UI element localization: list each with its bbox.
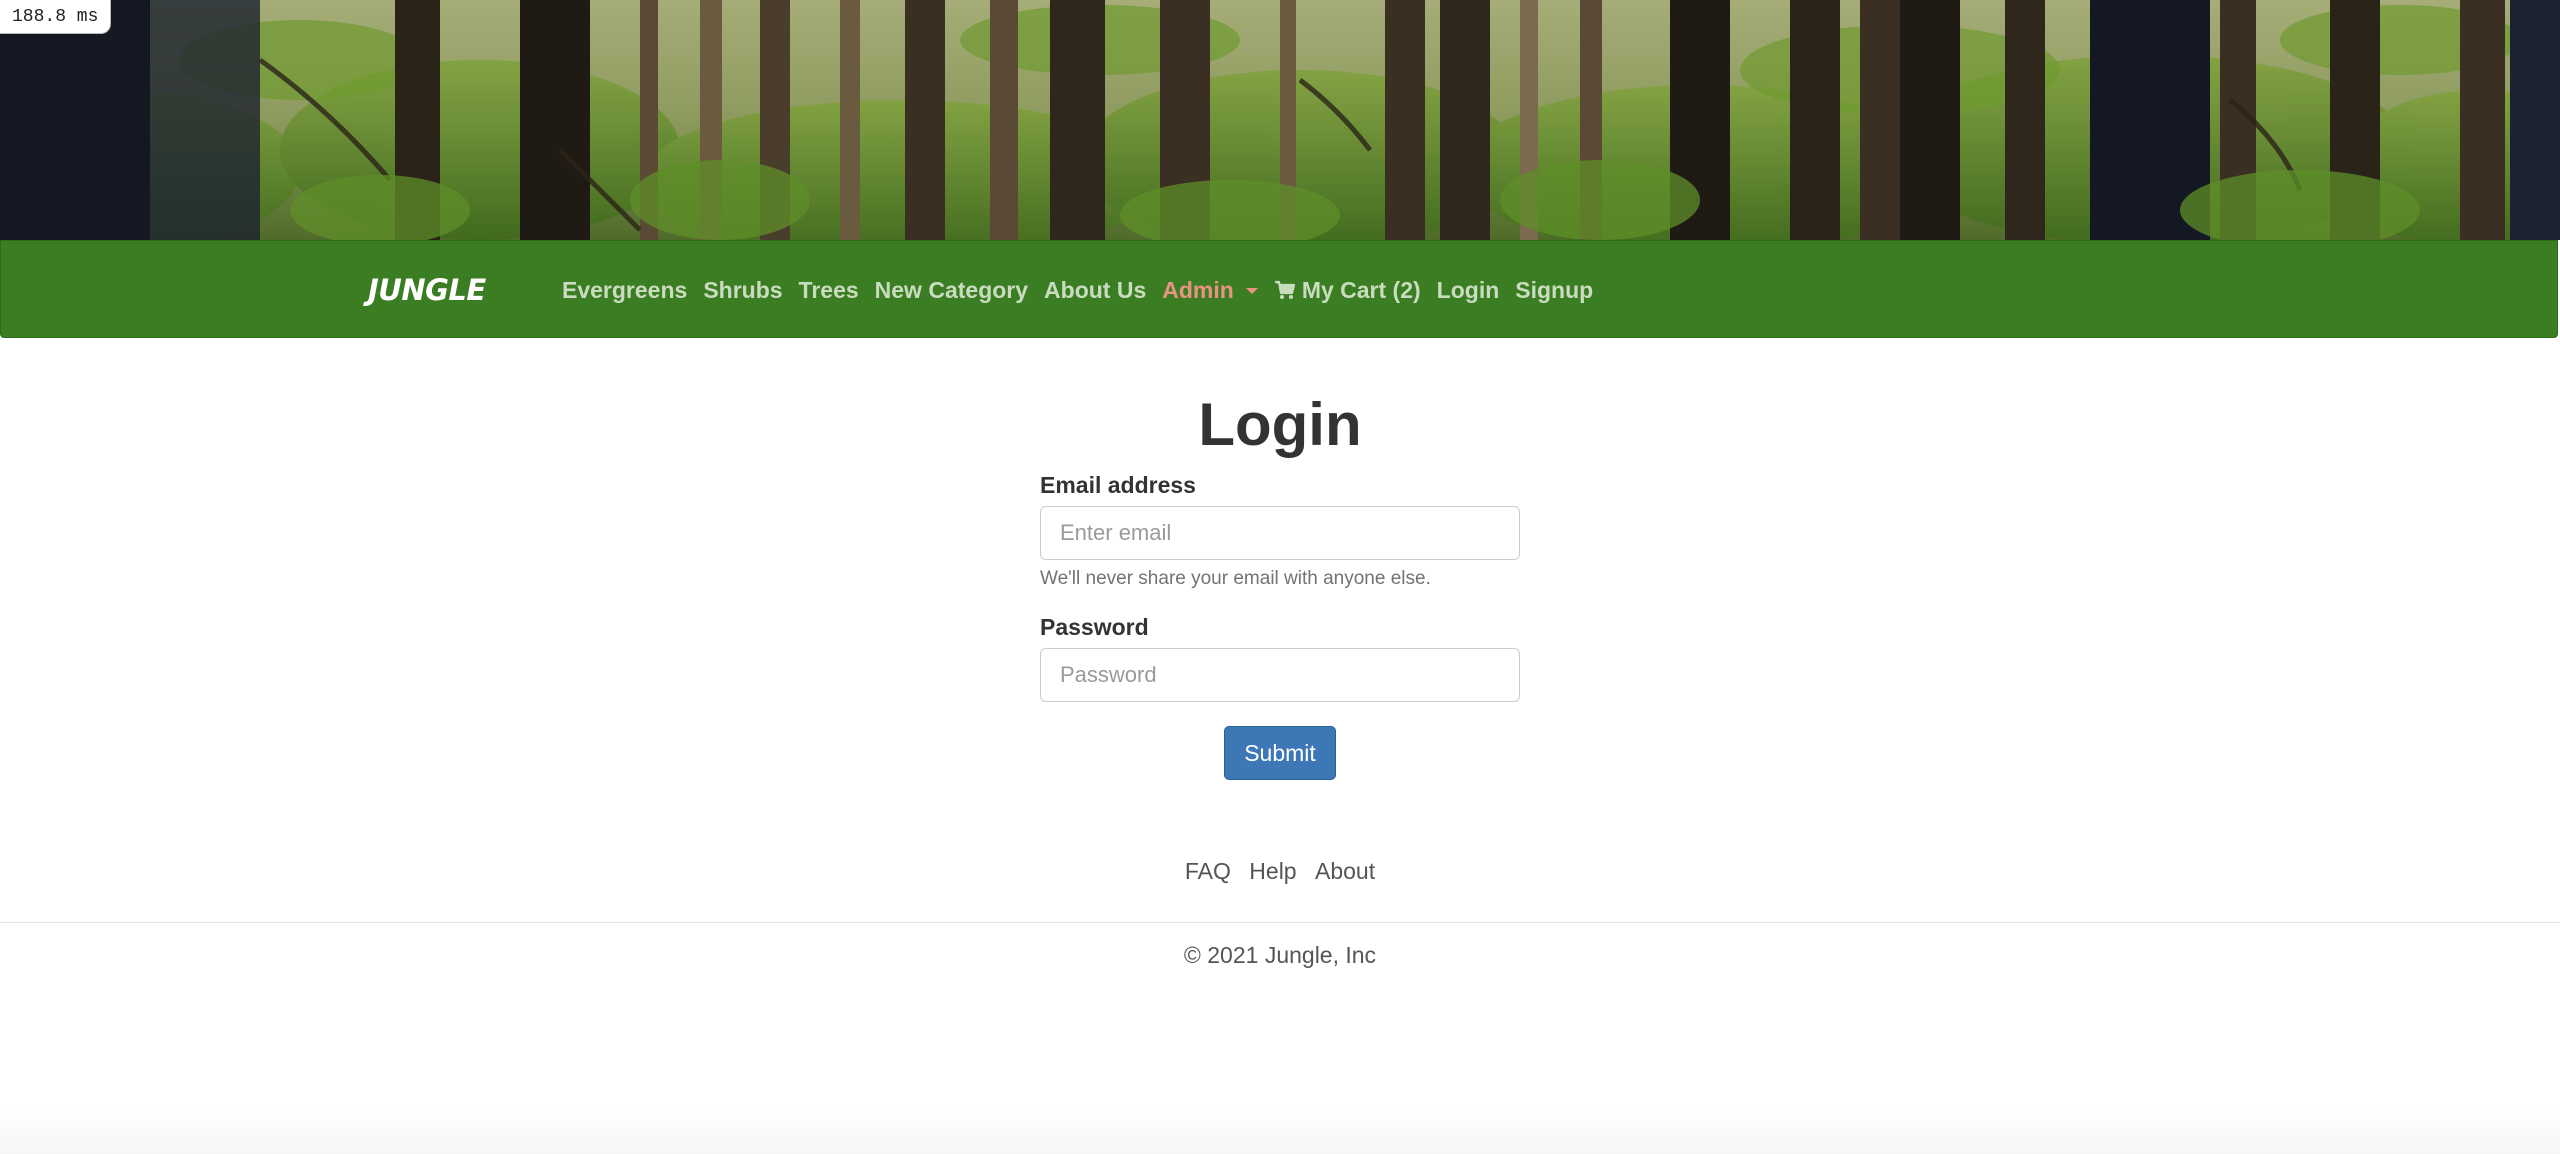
nav-link-evergreens[interactable]: Evergreens: [562, 277, 695, 304]
email-label: Email address: [1040, 472, 1196, 498]
login-form: Login Email address We'll never share yo…: [1040, 380, 1520, 780]
brand-logo[interactable]: JUNGLE: [368, 241, 486, 339]
performance-badge: 188.8 ms: [0, 0, 112, 34]
nav-link-trees[interactable]: Trees: [791, 277, 867, 304]
shopping-cart-icon: [1274, 280, 1295, 299]
footer-links: FAQ Help About: [0, 858, 2560, 885]
nav-link-my-cart[interactable]: My Cart (2): [1266, 277, 1429, 304]
copyright-text: © 2021 Jungle, Inc: [1183, 942, 1377, 968]
nav-link-shrubs[interactable]: Shrubs: [695, 277, 790, 304]
footer-link-about[interactable]: About: [1315, 858, 1375, 884]
email-help-text: We'll never share your email with anyone…: [1040, 568, 1431, 589]
footer-link-faq[interactable]: FAQ: [1185, 858, 1231, 884]
email-field[interactable]: [1040, 506, 1520, 560]
hero-banner-image: [0, 0, 2560, 240]
cart-label: My Cart (2): [1301, 276, 1421, 303]
admin-dropdown-toggle[interactable]: Admin: [1154, 277, 1266, 304]
nav-link-new-category[interactable]: New Category: [867, 277, 1036, 304]
bottom-shadow: [0, 1110, 2560, 1154]
forest-illustration: [0, 0, 2560, 240]
submit-button[interactable]: Submit: [1224, 726, 1336, 780]
nav-link-signup[interactable]: Signup: [1507, 277, 1601, 304]
submit-row: Submit: [1040, 726, 1520, 780]
admin-dropdown-label: Admin: [1162, 276, 1234, 303]
footer-link-help[interactable]: Help: [1249, 858, 1296, 884]
footer-divider: [0, 922, 2560, 923]
main-navbar: JUNGLE Evergreens Shrubs Trees New Categ…: [0, 240, 2558, 338]
password-field[interactable]: [1040, 648, 1520, 702]
nav-link-login[interactable]: Login: [1429, 277, 1508, 304]
page-title: Login: [1198, 391, 1362, 458]
caret-down-icon: [1245, 288, 1258, 294]
nav-links: Evergreens Shrubs Trees New Category Abo…: [562, 241, 1601, 339]
nav-link-about-us[interactable]: About Us: [1036, 277, 1154, 304]
password-label: Password: [1040, 614, 1149, 640]
